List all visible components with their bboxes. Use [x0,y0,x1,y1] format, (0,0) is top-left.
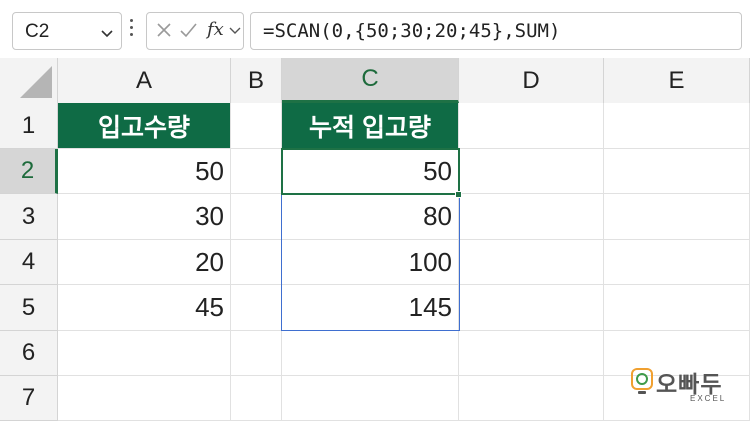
row-header-1[interactable]: 1 [0,103,58,149]
name-box-value: C2 [25,21,50,42]
cell-d2[interactable] [459,149,604,194]
cell-a3[interactable]: 30 [58,194,231,240]
cell-e1[interactable] [604,103,750,149]
cell-d7[interactable] [459,376,604,421]
cell-c6[interactable] [282,331,459,376]
more-options-icon[interactable] [130,19,134,41]
cell-e4[interactable] [604,240,750,285]
cell-b3[interactable] [231,194,282,240]
cell-d4[interactable] [459,240,604,285]
column-header-b[interactable]: B [231,58,282,103]
logo-sub: EXCEL [690,394,727,403]
row-header-7[interactable]: 7 [0,376,58,421]
cell-a6[interactable] [58,331,231,376]
cell-e2[interactable] [604,149,750,194]
oppadu-logo: 오빠두 EXCEL [630,365,740,409]
row-header-6[interactable]: 6 [0,331,58,376]
cell-e5[interactable] [604,285,750,331]
check-icon[interactable] [179,13,199,49]
select-all-button[interactable] [0,58,58,103]
column-header-row: A B C D E [0,58,750,103]
cell-b5[interactable] [231,285,282,331]
cell-c7[interactable] [282,376,459,421]
cell-b6[interactable] [231,331,282,376]
row-header-4[interactable]: 4 [0,240,58,285]
cell-a4[interactable]: 20 [58,240,231,285]
logo-icon [631,368,653,394]
cell-b2[interactable] [231,149,282,194]
cell-a5[interactable]: 45 [58,285,231,331]
column-header-e[interactable]: E [604,58,750,103]
row-header-3[interactable]: 3 [0,194,58,240]
name-box[interactable]: C2 [12,12,122,50]
row-header-5[interactable]: 5 [0,285,58,331]
cell-e3[interactable] [604,194,750,240]
column-header-c[interactable]: C [282,58,459,103]
cell-a1[interactable]: 입고수량 [58,103,231,149]
cell-d6[interactable] [459,331,604,376]
row-header-2[interactable]: 2 [0,149,58,194]
active-cell-border [281,148,460,195]
cell-a7[interactable] [58,376,231,421]
cell-b4[interactable] [231,240,282,285]
column-header-d[interactable]: D [459,58,604,103]
fill-handle[interactable] [455,191,462,198]
cell-b7[interactable] [231,376,282,421]
formula-text: =SCAN(0,{50;30;20;45},SUM) [263,20,561,42]
chevron-down-icon[interactable] [229,13,241,49]
cell-d3[interactable] [459,194,604,240]
formula-input[interactable]: =SCAN(0,{50;30;20;45},SUM) [250,12,742,50]
cell-b1[interactable] [231,103,282,149]
cell-a2[interactable]: 50 [58,149,231,194]
formula-bar: C2 fx =SCAN(0,{50;30;20;45},SUM) [0,0,750,62]
formula-controls: fx [146,12,244,50]
cell-c1[interactable]: 누적 입고량 [282,103,459,149]
chevron-down-icon[interactable] [101,26,113,44]
cell-d5[interactable] [459,285,604,331]
cell-d1[interactable] [459,103,604,149]
x-icon[interactable] [155,13,175,49]
column-header-a[interactable]: A [58,58,231,103]
insert-function-button[interactable]: fx [207,19,224,40]
